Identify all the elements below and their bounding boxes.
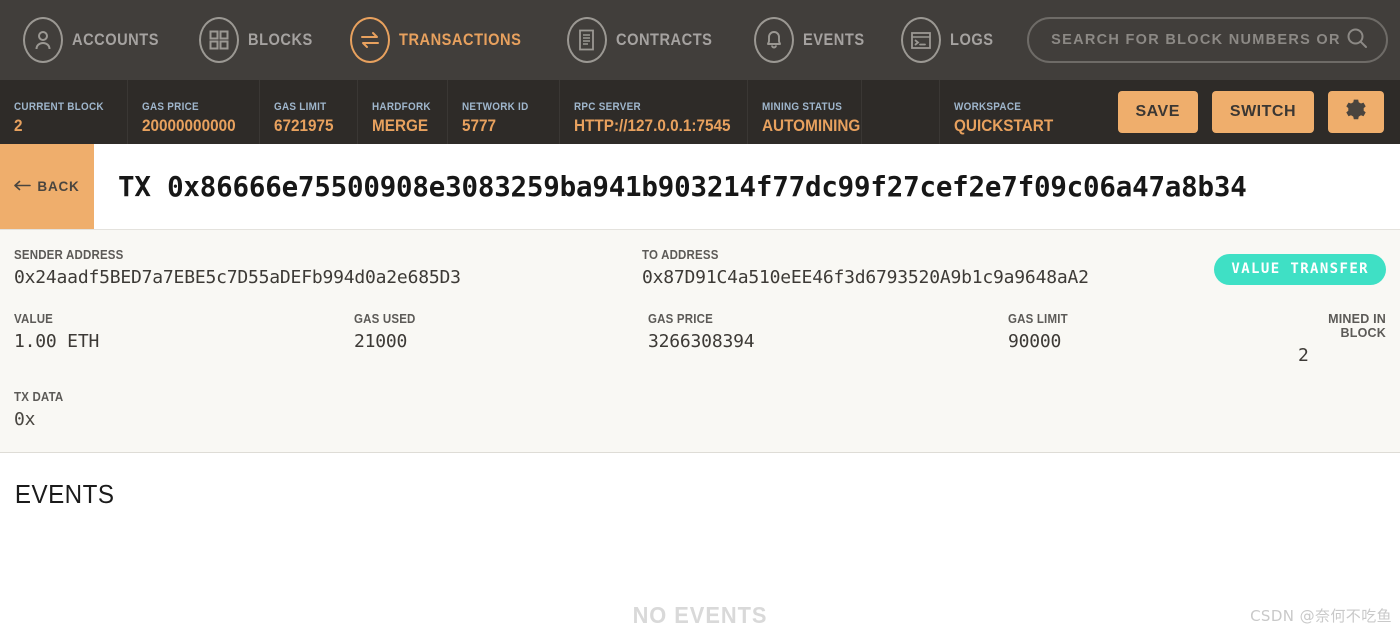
tx-hash-title: TX 0x86666e75500908e3083259ba941b903214f…	[118, 170, 1247, 203]
bell-icon	[753, 17, 794, 63]
gear-icon	[1344, 98, 1368, 127]
nav-item-events-label: EVENTS	[802, 30, 865, 49]
metric-gas-price-label: GAS PRICE	[648, 312, 713, 326]
metric-value: VALUE 1.00 ETH	[14, 312, 354, 352]
status-badge: VALUE TRANSFER	[1214, 254, 1386, 285]
nav-item-events[interactable]: EVENTS	[741, 17, 888, 63]
status-workspace-label: WORKSPACE	[953, 100, 1021, 113]
status-current-block: CURRENT BLOCK 2	[0, 80, 128, 144]
events-heading: EVENTS	[14, 479, 115, 509]
status-gas-price: GAS PRICE 20000000000	[128, 80, 260, 144]
metric-gas-price: GAS PRICE 3266308394	[648, 312, 1008, 352]
arrow-left-icon	[14, 179, 32, 194]
status-gas-price-value: 20000000000	[142, 115, 236, 135]
status-network-id: NETWORK ID 5777	[448, 80, 560, 144]
sender-address-field: SENDER ADDRESS 0x24aadf5BED7a7EBE5c7D55a…	[14, 248, 642, 288]
nav-item-logs[interactable]: LOGS	[888, 17, 1014, 63]
tx-title-bar: BACK TX 0x86666e75500908e3083259ba941b90…	[0, 144, 1400, 230]
switch-button[interactable]: SWITCH	[1211, 91, 1314, 133]
status-mining-status-value: AUTOMINING	[762, 115, 861, 135]
metric-value-label: VALUE	[14, 312, 54, 326]
metrics-row: VALUE 1.00 ETH GAS USED 21000 GAS PRICE …	[14, 312, 1386, 366]
status-mining-status: MINING STATUS AUTOMINING	[748, 80, 862, 144]
metric-gas-limit-label: GAS LIMIT	[1008, 312, 1068, 326]
events-section: EVENTS NO EVENTS CSDN @奈何不吃鱼	[0, 453, 1400, 631]
status-bar: CURRENT BLOCK 2 GAS PRICE 20000000000 GA…	[0, 80, 1400, 144]
transaction-detail-panel: SENDER ADDRESS 0x24aadf5BED7a7EBE5c7D55a…	[0, 230, 1400, 453]
status-network-id-value: 5777	[462, 115, 497, 135]
status-current-block-label: CURRENT BLOCK	[14, 100, 104, 113]
nav-item-blocks[interactable]: BLOCKS	[186, 17, 336, 63]
user-icon	[23, 17, 63, 63]
status-rpc-server-value: HTTP://127.0.0.1:7545	[574, 115, 731, 135]
nav-item-transactions[interactable]: TRANSACTIONS	[337, 17, 554, 63]
settings-button[interactable]	[1328, 91, 1384, 133]
nav-item-logs-label: LOGS	[949, 30, 994, 49]
metric-gas-used: GAS USED 21000	[354, 312, 648, 352]
tx-data-label: TX DATA	[14, 390, 64, 404]
nav-item-accounts[interactable]: ACCOUNTS	[10, 17, 186, 63]
status-workspace: WORKSPACE QUICKSTART	[940, 80, 1100, 144]
status-mining-status-label: MINING STATUS	[762, 100, 843, 113]
back-button[interactable]: BACK	[0, 144, 94, 229]
status-current-block-value: 2	[14, 115, 23, 135]
status-gas-limit-value: 6721975	[274, 115, 334, 135]
tx-data-field: TX DATA 0x	[14, 390, 1386, 430]
metric-mined-in-block: MINED IN BLOCK 2	[1298, 312, 1386, 366]
terminal-icon	[900, 17, 941, 63]
sender-address-value: 0x24aadf5BED7a7EBE5c7D55aDEFb994d0a2e685…	[14, 267, 461, 288]
status-workspace-value: QUICKSTART	[953, 115, 1053, 135]
metric-gas-used-value: 21000	[354, 331, 408, 352]
metric-value-value: 1.00 ETH	[14, 331, 100, 352]
status-rpc-server-label: RPC SERVER	[574, 100, 641, 113]
metric-gas-price-value: 3266308394	[648, 331, 755, 352]
status-gas-limit: GAS LIMIT 6721975	[260, 80, 358, 144]
status-hardfork-value: MERGE	[372, 115, 429, 135]
status-gas-limit-label: GAS LIMIT	[274, 100, 327, 113]
status-hardfork-label: HARDFORK	[372, 100, 431, 113]
search-input[interactable]	[1051, 32, 1346, 48]
events-empty-state: NO EVENTS	[632, 602, 768, 628]
nav-item-contracts-label: CONTRACTS	[615, 30, 713, 49]
status-spacer	[862, 80, 940, 144]
status-gas-price-label: GAS PRICE	[142, 100, 199, 113]
status-actions: SAVE SWITCH	[1100, 80, 1400, 144]
grid-icon	[199, 17, 240, 63]
search-box[interactable]	[1027, 17, 1388, 63]
to-address-field: TO ADDRESS 0x87D91C4a510eEE46f3d6793520A…	[642, 248, 1270, 288]
metric-gas-limit-value: 90000	[1008, 331, 1062, 352]
status-network-id-label: NETWORK ID	[462, 100, 529, 113]
watermark: CSDN @奈何不吃鱼	[1250, 607, 1392, 625]
to-address-value: 0x87D91C4a510eEE46f3d6793520A9b1c9a9648a…	[642, 267, 1089, 288]
address-row: SENDER ADDRESS 0x24aadf5BED7a7EBE5c7D55a…	[14, 248, 1386, 288]
status-hardfork: HARDFORK MERGE	[358, 80, 448, 144]
nav-item-blocks-label: BLOCKS	[248, 30, 313, 49]
nav-item-accounts-label: ACCOUNTS	[72, 30, 159, 49]
save-button[interactable]: SAVE	[1117, 91, 1198, 133]
status-rpc-server: RPC SERVER HTTP://127.0.0.1:7545	[560, 80, 748, 144]
metric-mined-in-block-value: 2	[1298, 345, 1309, 366]
ganache-app: ACCOUNTS BLOCKS TRANSACTIONS CONTRACTS E…	[0, 0, 1400, 631]
nav-item-transactions-label: TRANSACTIONS	[398, 30, 521, 49]
metric-mined-in-block-label: MINED IN BLOCK	[1328, 312, 1386, 340]
transfer-arrows-icon	[349, 17, 390, 63]
metric-gas-used-label: GAS USED	[354, 312, 416, 326]
to-address-label: TO ADDRESS	[642, 248, 719, 262]
nav-item-contracts[interactable]: CONTRACTS	[554, 17, 741, 63]
top-navigation-bar: ACCOUNTS BLOCKS TRANSACTIONS CONTRACTS E…	[0, 0, 1400, 80]
back-button-label: BACK	[37, 179, 80, 194]
tx-data-value: 0x	[14, 409, 36, 430]
search-icon[interactable]	[1346, 27, 1368, 54]
document-icon	[566, 17, 607, 63]
sender-address-label: SENDER ADDRESS	[14, 248, 124, 262]
metric-gas-limit: GAS LIMIT 90000	[1008, 312, 1298, 352]
